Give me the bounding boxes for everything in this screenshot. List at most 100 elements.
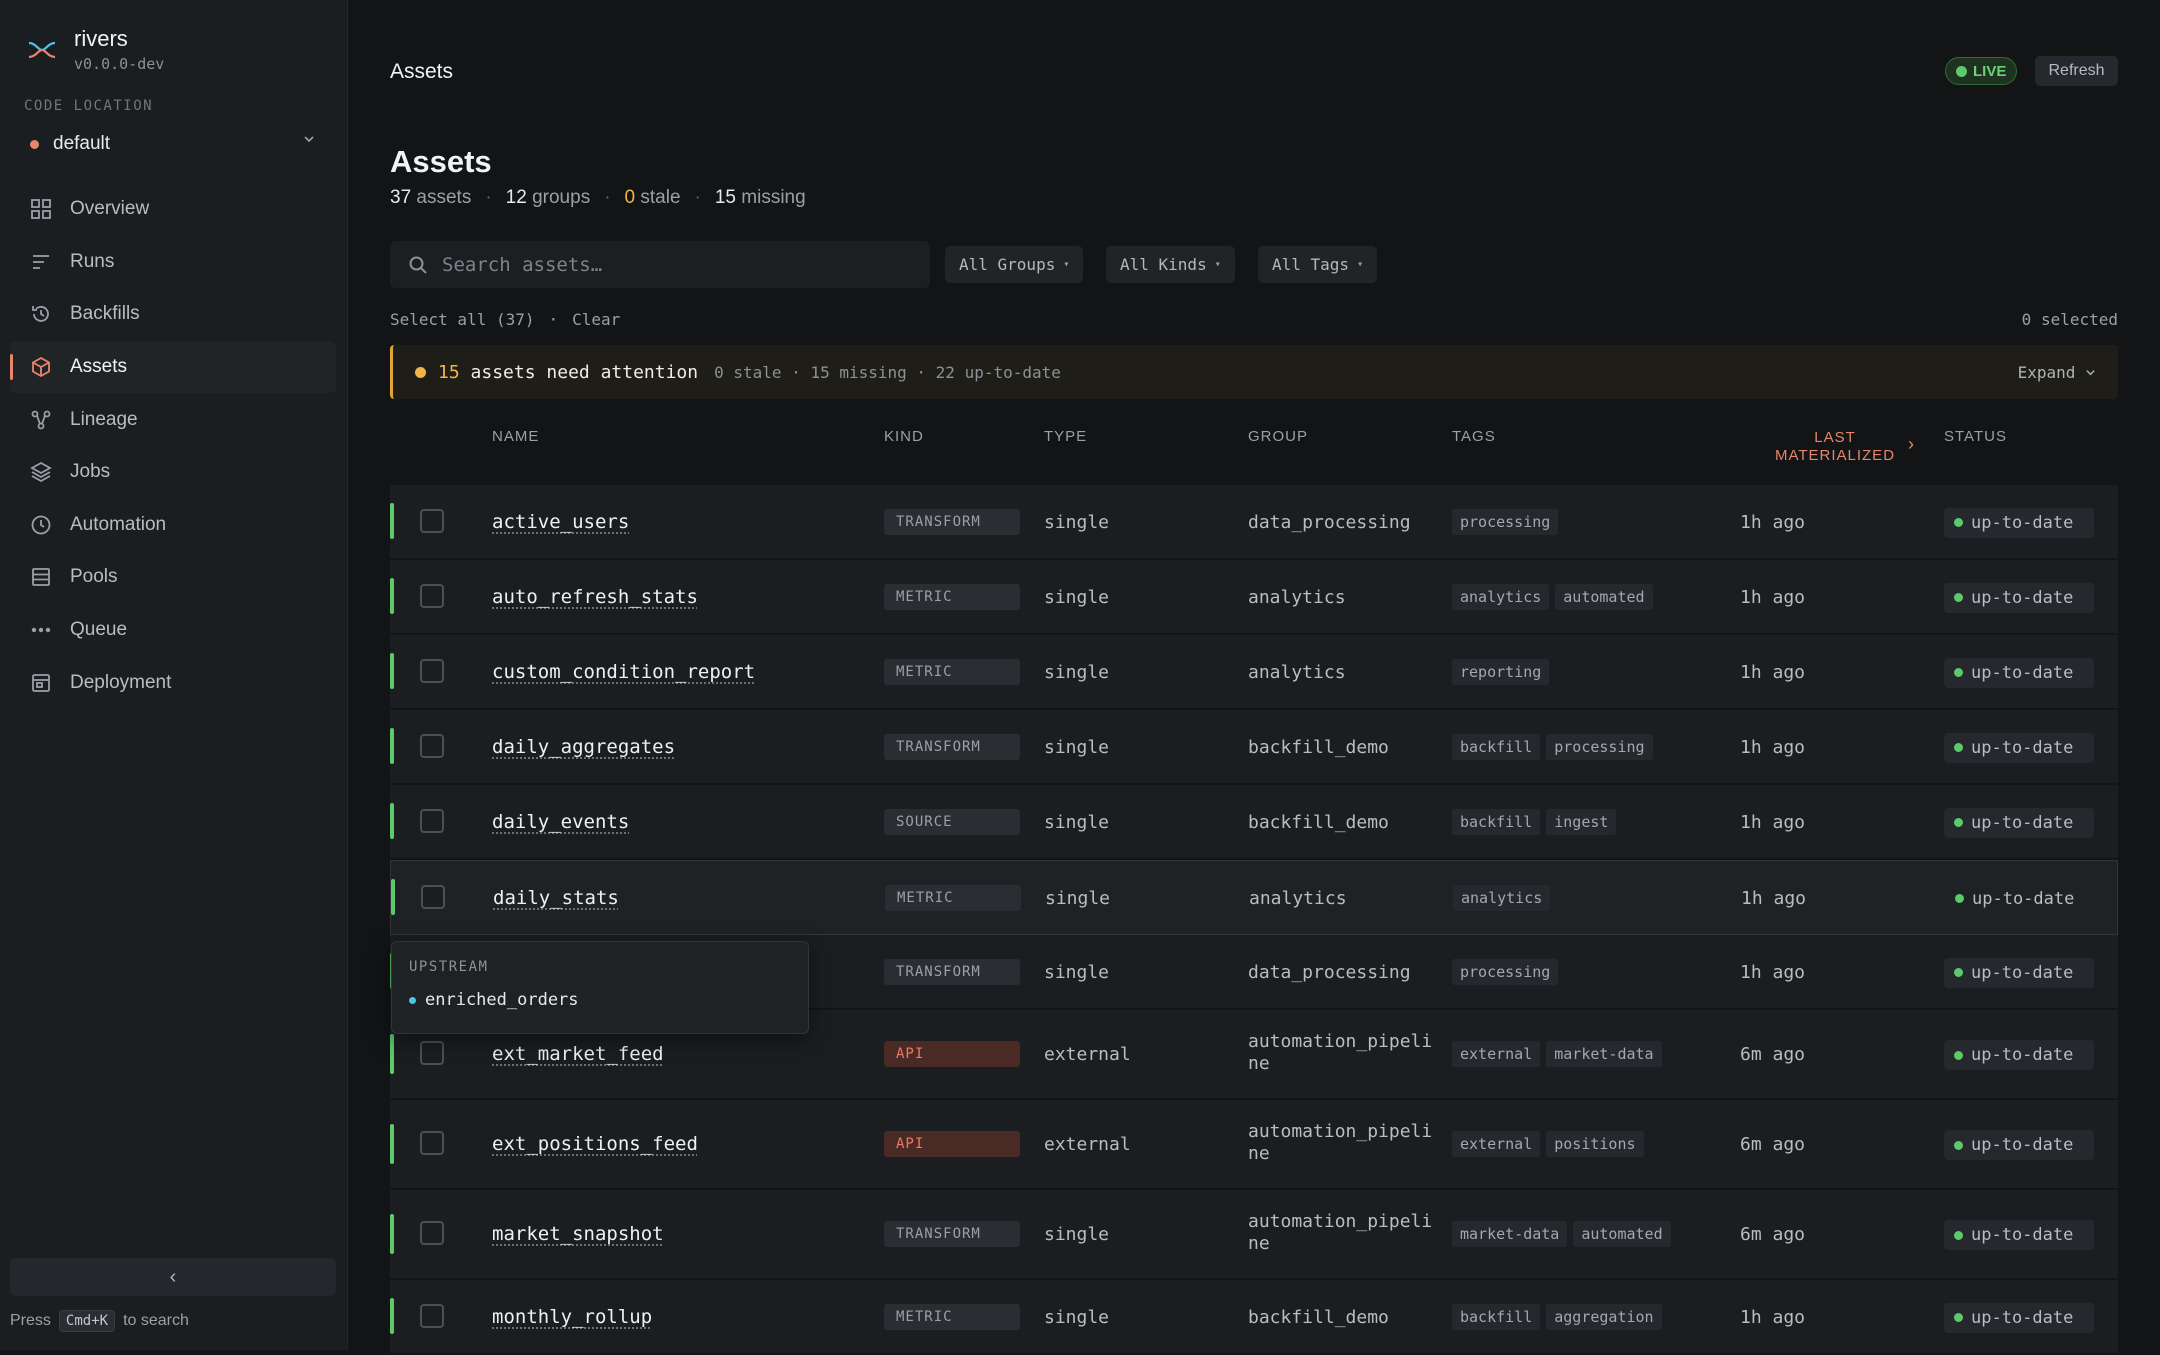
tooltip-title: UPSTREAM [409, 959, 489, 975]
row-checkbox[interactable] [421, 884, 445, 909]
asset-group: analytics [1249, 887, 1347, 909]
table-row[interactable]: monthly_rollup METRIC single backfill_demo b… [390, 1280, 2118, 1355]
caret-down-icon: ▾ [1063, 259, 1070, 270]
select-all-link[interactable]: Select all (37) [390, 310, 535, 329]
collapse-sidebar-button[interactable]: ‹ [10, 1258, 336, 1296]
table-row[interactable]: custom_condition_report METRIC single analy… [390, 635, 2118, 710]
brand-name: rivers [74, 26, 128, 51]
tag-list: analytics automated [1452, 583, 1659, 610]
tag-chip[interactable]: processing [1546, 733, 1653, 760]
tag-list: external market-data [1452, 1041, 1668, 1067]
status-bar [390, 578, 394, 614]
sidebar-item-automation[interactable]: Automation [10, 499, 336, 552]
column-kind[interactable]: KIND [884, 428, 924, 445]
tag-chip[interactable]: positions [1546, 1131, 1644, 1157]
asset-name-link[interactable]: daily_stats [493, 887, 619, 909]
status-dot-icon [1954, 1230, 1963, 1240]
asset-name-link[interactable]: active_users [492, 511, 629, 533]
row-checkbox[interactable] [420, 1221, 444, 1245]
column-name[interactable]: NAME [492, 428, 539, 445]
sidebar-item-backfills[interactable]: Backfills [10, 288, 336, 341]
tooltip-upstream-item[interactable]: enriched_orders [409, 990, 579, 1010]
asset-name-link[interactable]: ext_positions_feed [492, 1133, 698, 1155]
tag-chip[interactable]: processing [1452, 958, 1559, 985]
row-checkbox[interactable] [420, 1041, 444, 1065]
asset-name-link[interactable]: monthly_rollup [492, 1306, 652, 1328]
table-row[interactable]: market_snapshot TRANSFORM single automation… [390, 1190, 2118, 1280]
sidebar-item-lineage[interactable]: Lineage [10, 393, 336, 446]
asset-type: external [1044, 1134, 1131, 1155]
tag-chip[interactable]: automated [1573, 1221, 1671, 1247]
upstream-dot-icon [409, 996, 416, 1004]
table-row[interactable]: ext_positions_feed API external automation_… [390, 1100, 2118, 1190]
tag-chip[interactable]: automated [1555, 583, 1653, 610]
table-row[interactable]: daily_stats METRIC single analytics analytic… [390, 860, 2118, 935]
column-group[interactable]: GROUP [1248, 428, 1308, 445]
expand-button[interactable]: Expand [2018, 363, 2096, 382]
column-tags[interactable]: TAGS [1452, 428, 1496, 445]
row-checkbox[interactable] [420, 808, 444, 833]
code-location-status-dot [30, 139, 39, 149]
asset-name-link[interactable]: daily_events [492, 811, 629, 833]
asset-name-link[interactable]: auto_refresh_stats [492, 586, 698, 608]
asset-name-link[interactable]: custom_condition_report [492, 661, 755, 683]
sidebar-item-deployment[interactable]: Deployment [10, 656, 336, 709]
sidebar-item-assets[interactable]: Assets [10, 340, 336, 394]
tag-chip[interactable]: external [1452, 1041, 1541, 1067]
tag-chip[interactable]: backfill [1452, 733, 1541, 760]
table-row[interactable]: auto_refresh_stats METRIC single analytics a… [390, 560, 2118, 635]
asset-name-link[interactable]: daily_aggregates [492, 736, 675, 758]
kind-badge: API [884, 1041, 1020, 1067]
table-row[interactable]: daily_aggregates TRANSFORM single backfill_… [390, 710, 2118, 785]
brand-version: v0.0.0-dev [74, 55, 165, 73]
stat-groups-label: groups [532, 187, 591, 208]
row-checkbox[interactable] [420, 508, 444, 533]
tag-chip[interactable]: market-data [1546, 1041, 1662, 1067]
cube-icon [32, 357, 50, 378]
tag-chip[interactable]: market-data [1452, 1221, 1568, 1247]
asset-name-link[interactable]: market_snapshot [492, 1223, 664, 1245]
tag-chip[interactable]: analytics [1453, 884, 1551, 911]
search-input[interactable] [442, 253, 902, 276]
row-checkbox[interactable] [420, 658, 444, 683]
sidebar-item-pools[interactable]: Pools [10, 551, 336, 604]
tag-chip[interactable]: aggregation [1546, 1303, 1662, 1330]
row-checkbox[interactable] [420, 1303, 444, 1328]
column-status[interactable]: STATUS [1944, 428, 2007, 445]
tag-chip[interactable]: backfill [1452, 1303, 1541, 1330]
chevron-down-icon [304, 136, 314, 143]
status-dot-icon [1954, 1050, 1963, 1060]
kinds-filter[interactable]: All Kinds ▾ [1106, 246, 1235, 283]
row-checkbox[interactable] [420, 583, 444, 608]
sidebar-item-overview[interactable]: Overview [10, 183, 336, 236]
table-row[interactable]: active_users TRANSFORM single data_processi… [390, 485, 2118, 560]
table-row[interactable]: daily_events SOURCE single backfill_demo bac… [390, 785, 2118, 860]
brand[interactable]: rivers v0.0.0-dev [26, 26, 164, 73]
status-label: up-to-date [1971, 587, 2074, 608]
attention-detail: 0 stale · 15 missing · 22 up-to-date [714, 362, 1061, 382]
clear-link[interactable]: Clear [572, 310, 620, 329]
breadcrumb: Assets [390, 60, 454, 83]
column-last-materialized[interactable]: LAST MATERIALIZED [1760, 429, 1910, 465]
refresh-button[interactable]: Refresh [2035, 56, 2118, 86]
tag-chip[interactable]: processing [1452, 508, 1559, 535]
tag-list: market-data automated [1452, 1221, 1677, 1247]
live-badge[interactable]: LIVE [1945, 57, 2018, 85]
code-location-select[interactable]: default [24, 128, 324, 160]
sidebar-item-runs[interactable]: Runs [10, 236, 336, 289]
tags-filter[interactable]: All Tags ▾ [1258, 246, 1378, 283]
tag-chip[interactable]: reporting [1452, 658, 1550, 685]
tag-chip[interactable]: external [1452, 1131, 1541, 1157]
tag-chip[interactable]: analytics [1452, 583, 1550, 610]
tag-chip[interactable]: backfill [1452, 808, 1541, 835]
asset-name-link[interactable]: ext_market_feed [492, 1043, 664, 1065]
row-checkbox[interactable] [420, 1131, 444, 1155]
search-icon [409, 256, 427, 274]
hint-suffix: to search [123, 1312, 189, 1329]
row-checkbox[interactable] [420, 733, 444, 758]
groups-filter[interactable]: All Groups ▾ [945, 246, 1084, 283]
column-type[interactable]: TYPE [1044, 428, 1087, 445]
tag-chip[interactable]: ingest [1546, 808, 1617, 835]
sidebar-item-jobs[interactable]: Jobs [10, 446, 336, 499]
sidebar-item-queue[interactable]: Queue [10, 604, 336, 657]
